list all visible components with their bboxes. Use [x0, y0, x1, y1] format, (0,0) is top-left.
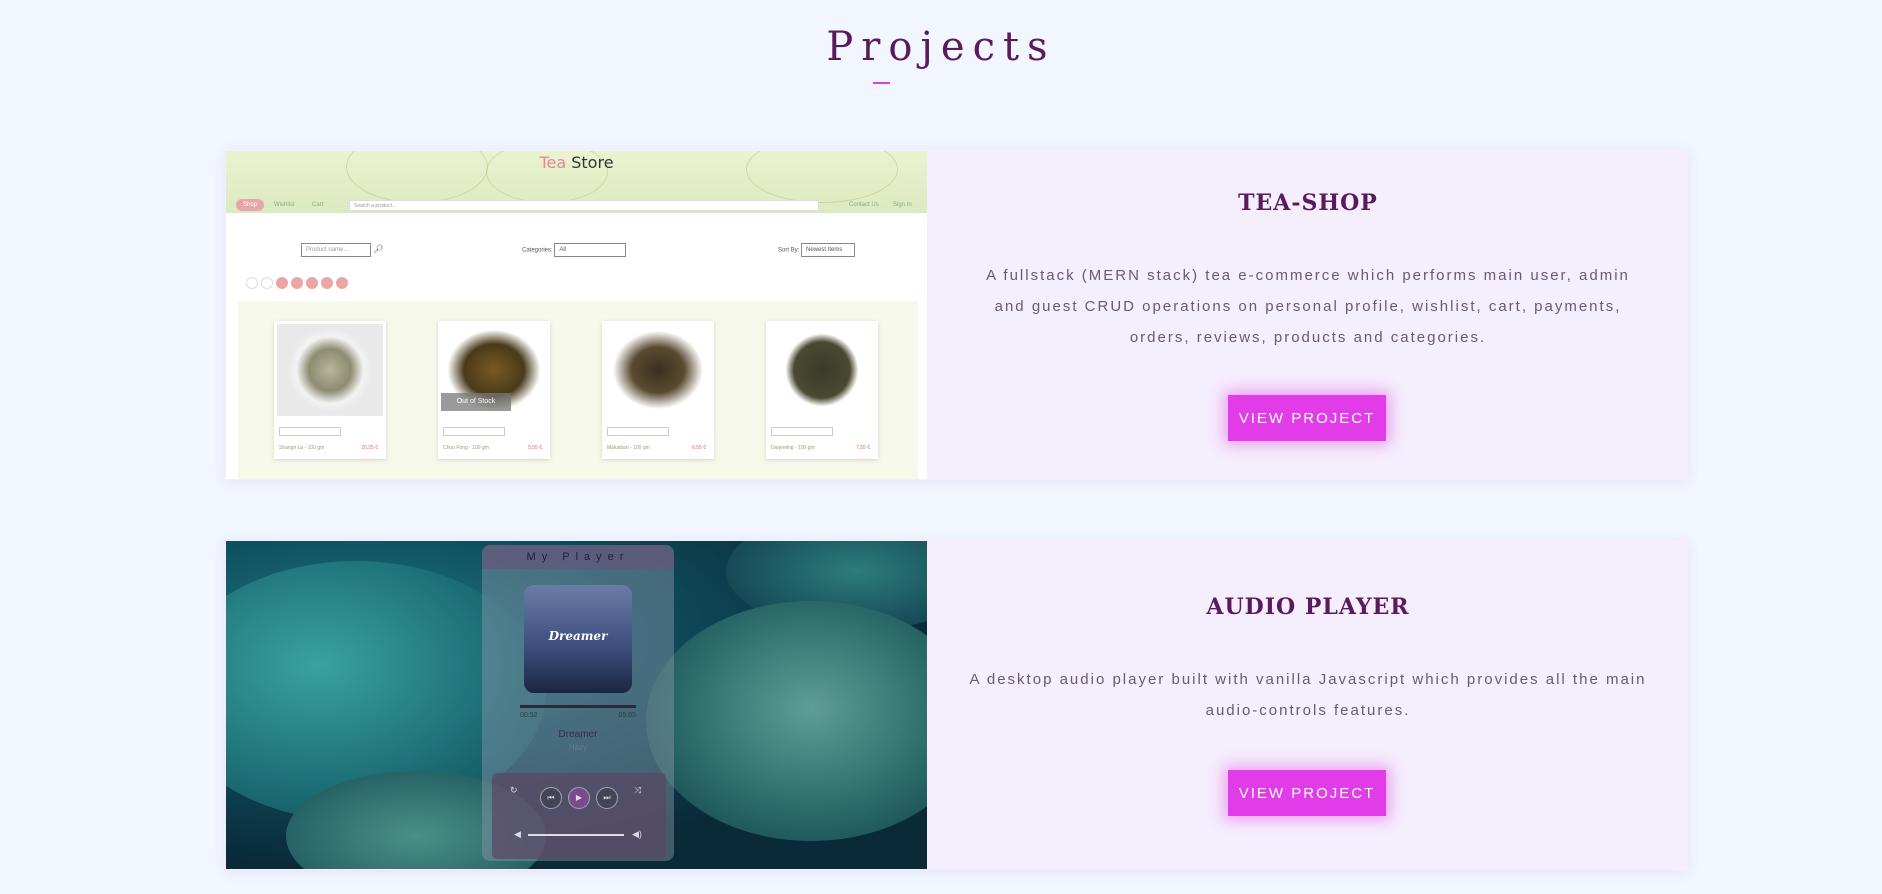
- player-panel: My Player Dreamer 00:52 05:05 Dreamer Ha…: [482, 545, 674, 861]
- repeat-icon: ↻: [510, 785, 518, 795]
- volume-low-icon: ◀: [514, 829, 521, 839]
- product-search: Product name... 🔎︎: [301, 243, 383, 257]
- tea-store-nav: Shop Wishlist Cart Search a product... C…: [226, 199, 927, 213]
- project-description: A fullstack (MERN stack) tea e-commerce …: [986, 267, 1630, 346]
- product-card: Shangri La - 100 gm 20,25 €: [274, 321, 386, 459]
- tea-image: [277, 324, 383, 416]
- view-project-button[interactable]: VIEW PROJECT: [1228, 395, 1386, 441]
- product-card: Darjeeling - 100 gm 7,55 €: [766, 321, 878, 459]
- nav-contact: Contact Us: [849, 202, 879, 208]
- time-display: 00:52 05:05: [520, 712, 636, 719]
- nav-wishlist: Wishlist: [274, 202, 295, 208]
- player-title: My Player: [482, 545, 674, 569]
- product-grid: Shangri La - 100 gm 20,25 € Out of Stock…: [238, 301, 918, 479]
- project-card-audio-player: My Player Dreamer 00:52 05:05 Dreamer Ha…: [225, 540, 1688, 870]
- nav-shop: Shop: [236, 199, 264, 211]
- volume-high-icon: ◀): [632, 829, 642, 839]
- product-card: Makaibari - 100 gm 6,55 €: [602, 321, 714, 459]
- tea-store-logo: Tea Store: [539, 153, 614, 172]
- product-card: Out of Stock Chou Fong - 100 gm 5,55 €: [438, 321, 550, 459]
- project-info: AUDIO PLAYER A desktop audio player buil…: [928, 540, 1688, 870]
- shuffle-icon: ⤨: [634, 785, 642, 795]
- album-cover: Dreamer: [524, 585, 632, 693]
- tea-image: [769, 324, 875, 416]
- title-underline: [873, 82, 890, 84]
- nav-cart: Cart: [312, 202, 324, 208]
- nav-sign-in: Sign In: [893, 202, 912, 208]
- audio-player-screenshot: My Player Dreamer 00:52 05:05 Dreamer Ha…: [226, 541, 927, 869]
- view-project-button[interactable]: VIEW PROJECT: [1228, 770, 1386, 816]
- project-card-tea-shop: Tea Store Shop Wishlist Cart Search a pr…: [225, 150, 1688, 480]
- volume-slider: [528, 834, 624, 836]
- tea-search-bar: Search a product...: [349, 200, 819, 211]
- pagination: [246, 276, 351, 294]
- previous-icon: ⏮︎: [540, 787, 562, 809]
- section-title: Projects: [826, 24, 1056, 70]
- artist-name: Hazy: [568, 743, 588, 752]
- tea-image: [605, 324, 711, 416]
- project-title: TEA-SHOP: [1238, 190, 1378, 216]
- categories-filter: Categories: All: [522, 243, 627, 257]
- progress-bar: [520, 705, 636, 708]
- tea-store-header: Tea Store Shop Wishlist Cart Search a pr…: [226, 151, 927, 213]
- player-controls: ↻ ⏮︎ ▶︎ ⏭︎ ⤨ ◀ ◀): [492, 773, 666, 859]
- search-icon: 🔎︎: [371, 244, 384, 254]
- project-info: TEA-SHOP A fullstack (MERN stack) tea e-…: [928, 150, 1688, 480]
- project-description: A desktop audio player built with vanill…: [969, 671, 1647, 719]
- play-icon: ▶︎: [568, 787, 590, 809]
- tea-shop-screenshot: Tea Store Shop Wishlist Cart Search a pr…: [226, 151, 927, 479]
- song-title: Dreamer: [558, 729, 598, 740]
- sort-filter: Sort By: Newest Items: [778, 243, 856, 257]
- next-icon: ⏭︎: [596, 787, 618, 809]
- project-title: AUDIO PLAYER: [1206, 594, 1410, 620]
- out-of-stock-badge: Out of Stock: [441, 393, 511, 411]
